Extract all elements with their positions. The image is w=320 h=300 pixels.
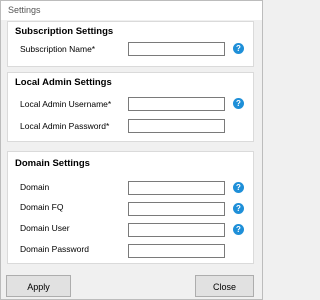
local-admin-settings-title: Local Admin Settings — [15, 77, 112, 88]
local-admin-settings-group: Local Admin Settings Local Admin Usernam… — [7, 72, 254, 142]
subscription-name-help-icon[interactable]: ? — [233, 43, 244, 54]
domain-settings-group: Domain Settings Domain ? Domain FQ ? Dom… — [7, 151, 254, 264]
local-admin-username-help-icon[interactable]: ? — [233, 98, 244, 109]
domain-fq-help-icon[interactable]: ? — [233, 203, 244, 214]
domain-user-label: Domain User — [20, 223, 70, 233]
local-admin-password-label: Local Admin Password* — [20, 121, 110, 131]
subscription-name-input[interactable] — [128, 42, 225, 56]
domain-password-input[interactable] — [128, 244, 225, 258]
subscription-settings-group: Subscription Settings Subscription Name*… — [7, 21, 254, 67]
title-bar: Settings — [1, 1, 262, 20]
local-admin-username-input[interactable] — [128, 97, 225, 111]
subscription-name-label: Subscription Name* — [20, 44, 96, 54]
local-admin-password-input[interactable] — [128, 119, 225, 133]
settings-window: Settings Subscription Settings Subscript… — [0, 0, 263, 300]
window-title: Settings — [8, 5, 41, 15]
domain-fq-input[interactable] — [128, 202, 225, 216]
local-admin-username-label: Local Admin Username* — [20, 99, 112, 109]
close-button[interactable]: Close — [195, 275, 254, 297]
domain-input[interactable] — [128, 181, 225, 195]
domain-user-input[interactable] — [128, 223, 225, 237]
apply-button[interactable]: Apply — [6, 275, 71, 297]
domain-label: Domain — [20, 182, 50, 192]
domain-fq-label: Domain FQ — [20, 202, 64, 212]
domain-user-help-icon[interactable]: ? — [233, 224, 244, 235]
domain-password-label: Domain Password — [20, 244, 89, 254]
domain-help-icon[interactable]: ? — [233, 182, 244, 193]
domain-settings-title: Domain Settings — [15, 158, 90, 169]
subscription-settings-title: Subscription Settings — [15, 26, 114, 37]
